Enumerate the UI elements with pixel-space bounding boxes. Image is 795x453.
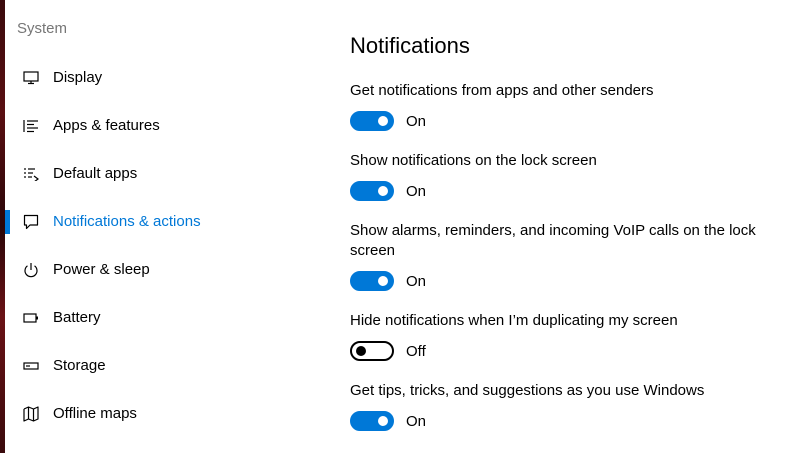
- selection-indicator: [5, 162, 10, 186]
- setting-label: Get tips, tricks, and suggestions as you…: [350, 382, 705, 399]
- sidebar-item-label: Battery: [53, 309, 101, 326]
- toggle-knob: [378, 276, 388, 286]
- sidebar-item-offline-maps[interactable]: Offline maps: [5, 390, 325, 438]
- sidebar-item-label: Offline maps: [53, 405, 137, 422]
- setting-lock-screen-notifications: Show notifications on the lock screen On: [350, 151, 770, 201]
- setting-hide-when-duplicating: Hide notifications when I’m duplicating …: [350, 311, 770, 361]
- toggle-knob: [378, 116, 388, 126]
- toggle-switch[interactable]: [350, 181, 394, 201]
- sidebar-item-label: Apps & features: [53, 117, 160, 134]
- toggle-row: On: [350, 111, 770, 131]
- speech-bubble-icon: [22, 213, 40, 231]
- sidebar-item-label: Display: [53, 69, 103, 86]
- sidebar-item-label: Notifications & actions: [53, 213, 201, 230]
- toggle-state-label: On: [406, 182, 427, 200]
- setting-label: Show notifications on the lock screen: [350, 152, 597, 169]
- toggle-knob: [378, 416, 388, 426]
- selection-indicator: [5, 402, 10, 426]
- sidebar-item-label: Default apps: [53, 165, 138, 182]
- setting-alarms-lock-screen: Show alarms, reminders, and incoming VoI…: [350, 221, 770, 291]
- setting-tips-tricks: Get tips, tricks, and suggestions as you…: [350, 381, 770, 431]
- setting-label: Get notifications from apps and other se…: [350, 82, 654, 99]
- setting-label: Show alarms, reminders, and incoming VoI…: [350, 222, 756, 259]
- battery-icon: [22, 309, 40, 327]
- toggle-switch[interactable]: [350, 111, 394, 131]
- sidebar-item-storage[interactable]: Storage: [5, 342, 325, 390]
- selection-indicator: [5, 66, 10, 90]
- list-icon: [22, 117, 40, 135]
- toggle-switch[interactable]: [350, 341, 394, 361]
- selection-indicator: [5, 258, 10, 282]
- toggle-switch[interactable]: [350, 411, 394, 431]
- default-apps-icon: [22, 165, 40, 183]
- selection-indicator: [5, 354, 10, 378]
- toggle-knob: [356, 346, 366, 356]
- map-icon: [22, 405, 40, 423]
- setting-get-notifications: Get notifications from apps and other se…: [350, 81, 770, 131]
- sidebar-item-default-apps[interactable]: Default apps: [5, 150, 325, 198]
- sidebar-item-power-sleep[interactable]: Power & sleep: [5, 246, 325, 294]
- selection-indicator: [5, 306, 10, 330]
- setting-label: Hide notifications when I’m duplicating …: [350, 312, 678, 329]
- toggle-state-label: On: [406, 112, 427, 130]
- selection-indicator: [5, 114, 10, 138]
- sidebar-item-battery[interactable]: Battery: [5, 294, 325, 342]
- toggle-row: On: [350, 181, 770, 201]
- main-content: Notifications Get notifications from app…: [350, 0, 790, 453]
- sidebar: System Display Apps & features Default a…: [5, 0, 325, 453]
- toggle-knob: [378, 186, 388, 196]
- toggle-row: Off: [350, 341, 770, 361]
- toggle-state-label: On: [406, 272, 427, 290]
- toggle-state-label: On: [406, 412, 427, 430]
- sidebar-header: System: [17, 20, 68, 37]
- storage-icon: [22, 357, 40, 375]
- toggle-row: On: [350, 271, 770, 291]
- toggle-switch[interactable]: [350, 271, 394, 291]
- selection-indicator: [5, 210, 10, 234]
- sidebar-item-notifications-actions[interactable]: Notifications & actions: [5, 198, 325, 246]
- sidebar-item-display[interactable]: Display: [5, 54, 325, 102]
- toggle-state-label: Off: [406, 342, 426, 360]
- settings-window: System Display Apps & features Default a…: [0, 0, 795, 453]
- sidebar-item-label: Storage: [53, 357, 106, 374]
- power-icon: [22, 261, 40, 279]
- sidebar-item-label: Power & sleep: [53, 261, 150, 278]
- toggle-row: On: [350, 411, 770, 431]
- sidebar-item-apps-features[interactable]: Apps & features: [5, 102, 325, 150]
- monitor-icon: [22, 69, 40, 87]
- page-title: Notifications: [350, 33, 470, 58]
